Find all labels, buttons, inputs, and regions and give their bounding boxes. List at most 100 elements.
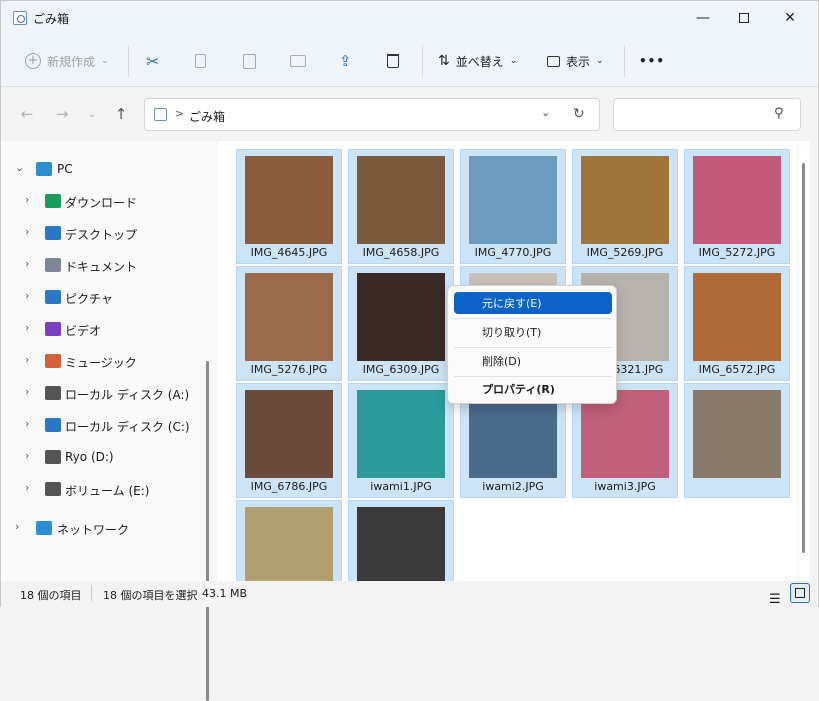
sidebar-scrollbar[interactable] (206, 361, 209, 701)
file-tile[interactable]: IMG_6572.JPG (684, 266, 790, 381)
view-icon (547, 55, 560, 67)
sidebar-item-8[interactable]: › ローカル ディスク (C:) (1, 411, 201, 439)
pictures-icon (45, 290, 61, 304)
chevron-right-icon[interactable]: › (25, 225, 29, 238)
context-restore-label: 元に戻す(E) (482, 297, 542, 310)
sidebar-item-11[interactable]: › ネットワーク (1, 514, 201, 542)
rename-button[interactable] (290, 47, 306, 75)
thumbnail-view-button[interactable] (790, 583, 810, 603)
maximize-button[interactable] (721, 1, 767, 35)
sidebar-item-9[interactable]: › Ryo (D:) (1, 443, 201, 471)
chevron-right-icon[interactable]: › (25, 193, 29, 206)
file-tile[interactable] (236, 500, 342, 581)
new-button[interactable]: + 新規作成 ⌄ (25, 47, 109, 75)
search-input[interactable]: ⚲ (613, 98, 801, 131)
more-options-button[interactable]: ••• (639, 47, 665, 75)
sidebar-item-5[interactable]: › ビデオ (1, 315, 201, 343)
file-tile[interactable] (684, 383, 790, 498)
chevron-right-icon[interactable]: › (25, 289, 29, 302)
photo-thumbnail (469, 156, 557, 244)
sidebar-item-1[interactable]: › ダウンロード (1, 187, 201, 215)
sidebar-item-0[interactable]: ⌄ PC (1, 155, 201, 183)
window-title: ごみ箱 (33, 12, 70, 26)
delete-button[interactable] (387, 47, 399, 75)
close-button[interactable]: ✕ (767, 1, 813, 35)
sidebar-item-label: ローカル ディスク (A:) (65, 388, 190, 402)
chevron-right-icon[interactable]: › (25, 385, 29, 398)
photo-thumbnail (581, 156, 669, 244)
divider (454, 318, 612, 319)
back-button[interactable]: ← (18, 105, 36, 123)
file-name: IMG_6572.JPG (698, 363, 776, 376)
command-bar: + 新規作成 ⌄ ✂ ⇪ ⇅ 並べ替え ⌄ 表示 ⌄ ••• (1, 35, 818, 87)
drive-icon (45, 482, 61, 496)
file-tile[interactable]: IMG_4658.JPG (348, 149, 454, 264)
chevron-right-icon[interactable]: › (25, 257, 29, 270)
file-tile[interactable]: iwami1.JPG (348, 383, 454, 498)
file-tile[interactable] (348, 500, 454, 581)
sidebar-item-label: ボリューム (E:) (65, 484, 150, 498)
context-restore[interactable]: 元に戻す(E) (454, 292, 612, 314)
file-name: iwami1.JPG (370, 480, 432, 493)
view-button[interactable]: 表示 ⌄ (547, 47, 604, 75)
file-tile[interactable]: IMG_6786.JPG (236, 383, 342, 498)
refresh-icon[interactable]: ↻ (573, 106, 585, 122)
address-bar[interactable]: > ごみ箱 ⌄ ↻ (144, 98, 600, 131)
chevron-right-icon[interactable]: › (15, 520, 19, 533)
file-tile[interactable]: IMG_5269.JPG (572, 149, 678, 264)
search-icon: ⚲ (774, 106, 784, 121)
scrollbar-thumb[interactable] (802, 163, 805, 553)
navigation-pane: ⌄ PC › ダウンロード › デスクトップ › ドキュメント › ピクチャ › ビデオ › ミュージック… (1, 141, 216, 701)
sidebar-item-label: ピクチャ (65, 292, 113, 306)
desktop-icon (45, 226, 61, 240)
up-button[interactable]: ↑ (112, 105, 130, 123)
chevron-down-icon[interactable]: ⌄ (15, 161, 24, 174)
chevron-right-icon[interactable]: › (25, 481, 29, 494)
share-icon: ⇪ (339, 52, 352, 70)
chevron-right-icon[interactable]: › (25, 449, 29, 462)
breadcrumb-recycle-bin[interactable]: ごみ箱 (189, 108, 225, 125)
minimize-button[interactable]: — (680, 1, 726, 35)
photo-thumbnail (245, 156, 333, 244)
sidebar-item-2[interactable]: › デスクトップ (1, 219, 201, 247)
cut-button[interactable]: ✂ (146, 47, 159, 75)
chevron-right-icon[interactable]: › (25, 353, 29, 366)
file-tile[interactable]: IMG_5276.JPG (236, 266, 342, 381)
sidebar-item-3[interactable]: › ドキュメント (1, 251, 201, 279)
sidebar-item-10[interactable]: › ボリューム (E:) (1, 475, 201, 503)
photo-thumbnail (245, 507, 333, 581)
chevron-down-icon: ⌄ (87, 108, 97, 120)
context-properties[interactable]: プロパティ(R) (454, 378, 612, 400)
divider (454, 347, 612, 348)
sidebar-item-7[interactable]: › ローカル ディスク (A:) (1, 379, 201, 407)
paste-button[interactable] (243, 47, 256, 75)
file-name: IMG_6786.JPG (250, 480, 328, 493)
forward-button[interactable]: → (53, 105, 71, 123)
file-name: IMG_5276.JPG (250, 363, 328, 376)
file-name: IMG_4770.JPG (474, 246, 552, 259)
context-cut[interactable]: 切り取り(T) (454, 321, 612, 343)
copy-button[interactable] (195, 47, 206, 75)
file-tile[interactable]: IMG_5272.JPG (684, 149, 790, 264)
sidebar-item-label: ローカル ディスク (C:) (65, 420, 190, 434)
chevron-right-icon[interactable]: › (25, 321, 29, 334)
share-button[interactable]: ⇪ (339, 47, 352, 75)
sidebar-item-label: PC (57, 162, 73, 176)
sidebar-item-6[interactable]: › ミュージック (1, 347, 201, 375)
chevron-down-icon[interactable]: ⌄ (541, 106, 550, 119)
photo-thumbnail (357, 390, 445, 478)
file-tile[interactable]: IMG_6309.JPG (348, 266, 454, 381)
arrow-right-icon: → (55, 105, 69, 123)
file-tile[interactable]: IMG_4770.JPG (460, 149, 566, 264)
sidebar-item-4[interactable]: › ピクチャ (1, 283, 201, 311)
selected-count: 18 個の項目を選択 (103, 589, 198, 602)
content-scrollbar[interactable] (798, 141, 810, 581)
divider (91, 585, 92, 601)
recent-locations-button[interactable]: ⌄ (83, 105, 101, 123)
chevron-right-icon[interactable]: › (25, 417, 29, 430)
drive-icon (45, 450, 61, 464)
context-delete[interactable]: 削除(D) (454, 350, 612, 372)
sort-button[interactable]: ⇅ 並べ替え ⌄ (438, 47, 517, 75)
selected-size: 43.1 MB (202, 587, 248, 600)
file-tile[interactable]: IMG_4645.JPG (236, 149, 342, 264)
